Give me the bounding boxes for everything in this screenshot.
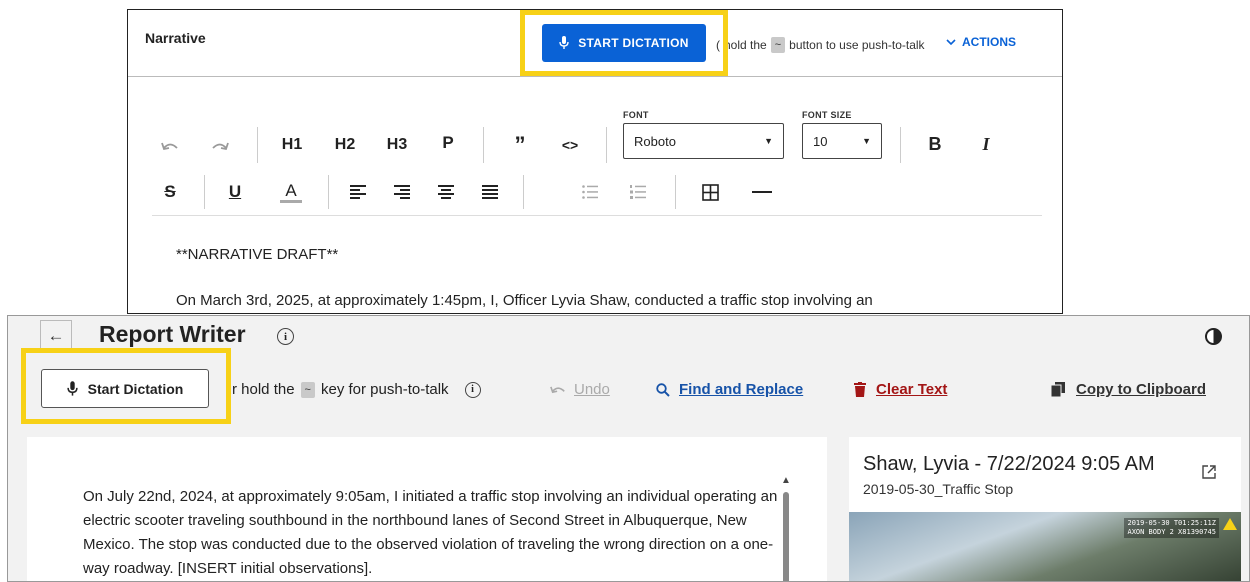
heading2-button[interactable]: H2 — [331, 133, 359, 157]
search-icon — [656, 382, 670, 397]
font-select[interactable]: Roboto ▼ — [623, 123, 784, 159]
tilde-key: ~ — [770, 37, 786, 53]
table-icon[interactable] — [698, 180, 722, 204]
copy-icon — [1051, 382, 1065, 397]
font-label: FONT — [623, 110, 649, 120]
font-value: Roboto — [634, 133, 676, 149]
undo-label: Undo — [574, 381, 610, 398]
clear-text-button[interactable]: Clear Text — [854, 381, 947, 398]
toolbar-separator — [900, 127, 901, 163]
dropdown-caret-icon: ▼ — [764, 136, 773, 146]
undo-icon[interactable] — [158, 135, 182, 157]
numbered-list-icon[interactable] — [626, 180, 650, 204]
info-icon[interactable]: i — [277, 328, 294, 345]
toolbar-divider — [152, 215, 1042, 216]
toolbar-separator — [483, 127, 484, 163]
copy-to-clipboard-label: Copy to Clipboard — [1076, 381, 1206, 398]
color-bar — [280, 199, 302, 203]
find-and-replace-button[interactable]: Find and Replace — [656, 381, 803, 398]
toolbar-separator — [523, 175, 524, 209]
font-size-select[interactable]: 10 ▼ — [802, 123, 882, 159]
video-title: Shaw, Lyvia - 7/22/2024 9:05 AM — [863, 453, 1155, 475]
redo-icon[interactable] — [208, 135, 232, 157]
push-to-talk-hint: r hold the ~ key for push-to-talk i — [232, 381, 481, 398]
font-size-value: 10 — [813, 133, 828, 149]
arrow-left-icon: ← — [47, 326, 65, 345]
contrast-toggle-icon[interactable] — [1205, 328, 1222, 345]
chevron-down-icon — [946, 38, 956, 45]
undo-icon — [550, 386, 565, 394]
text-color-button[interactable]: A — [278, 178, 304, 206]
info-icon[interactable]: i — [464, 381, 481, 398]
dropdown-caret-icon: ▼ — [862, 136, 871, 146]
clear-text-label: Clear Text — [876, 381, 948, 398]
font-size-label: FONT SIZE — [802, 110, 852, 120]
align-justify-icon[interactable] — [478, 180, 502, 204]
evidence-video-panel: Shaw, Lyvia - 7/22/2024 9:05 AM 2019-05-… — [849, 437, 1241, 581]
copy-to-clipboard-button[interactable]: Copy to Clipboard — [1051, 381, 1206, 398]
heading3-button[interactable]: H3 — [383, 133, 411, 157]
highlight-box-bottom — [21, 348, 231, 424]
page-title: Report Writer — [99, 321, 246, 347]
narrative-body-text[interactable]: On March 3rd, 2025, at approximately 1:4… — [176, 292, 873, 309]
tilde-key: ~ — [300, 381, 315, 398]
trash-icon — [854, 382, 866, 397]
bold-button[interactable]: B — [923, 131, 947, 157]
ptt-prefix: r hold the — [232, 381, 295, 398]
undo-button[interactable]: Undo — [550, 381, 610, 398]
overlay-line-2: AXON BODY 2 X81390745 — [1127, 528, 1216, 536]
toolbar-separator — [257, 127, 258, 163]
strikethrough-button[interactable]: S — [158, 180, 182, 204]
toolbar-separator — [675, 175, 676, 209]
ptt-suffix: button to use push-to-talk — [789, 38, 925, 52]
actions-label: ACTIONS — [962, 35, 1016, 49]
scroll-up-arrow-icon[interactable]: ▲ — [781, 475, 791, 486]
ptt-middle: hold the — [724, 38, 767, 52]
report-body-text[interactable]: On July 22nd, 2024, at approximately 9:0… — [83, 485, 783, 581]
paragraph-button[interactable]: P — [436, 131, 460, 155]
video-thumbnail[interactable]: 2019-05-30 T01:25:11Z AXON BODY 2 X81390… — [849, 512, 1241, 581]
text-color-letter: A — [285, 180, 297, 200]
align-right-icon[interactable] — [390, 180, 414, 204]
heading1-button[interactable]: H1 — [278, 133, 306, 157]
find-and-replace-label: Find and Replace — [679, 381, 804, 398]
external-link-icon[interactable] — [1202, 465, 1216, 484]
axon-logo-icon — [1223, 518, 1237, 530]
align-center-icon[interactable] — [434, 180, 458, 204]
narrative-title: Narrative — [145, 30, 206, 46]
push-to-talk-hint: ( hold the ~ button to use push-to-talk — [716, 37, 925, 53]
code-button[interactable]: <> — [558, 133, 582, 157]
narrative-draft-heading[interactable]: **NARRATIVE DRAFT** — [176, 246, 338, 263]
quote-button[interactable]: ” — [508, 132, 532, 157]
scrollbar-thumb[interactable] — [783, 492, 789, 581]
underline-button[interactable]: U — [223, 180, 247, 204]
actions-menu[interactable]: ACTIONS — [946, 35, 1016, 49]
toolbar-separator — [328, 175, 329, 209]
overlay-line-1: 2019-05-30 T01:25:11Z — [1127, 519, 1216, 527]
report-document[interactable]: On July 22nd, 2024, at approximately 9:0… — [27, 437, 827, 581]
video-subtitle: 2019-05-30_Traffic Stop — [863, 481, 1014, 497]
ptt-suffix: key for push-to-talk — [320, 381, 449, 398]
italic-button[interactable]: I — [974, 131, 998, 157]
toolbar-separator — [606, 127, 607, 163]
align-left-icon[interactable] — [346, 180, 370, 204]
bullet-list-icon[interactable] — [578, 180, 602, 204]
horizontal-rule-icon[interactable] — [750, 180, 774, 204]
video-timestamp-overlay: 2019-05-30 T01:25:11Z AXON BODY 2 X81390… — [1124, 518, 1219, 538]
highlight-box-top — [520, 10, 728, 76]
toolbar-separator — [204, 175, 205, 209]
